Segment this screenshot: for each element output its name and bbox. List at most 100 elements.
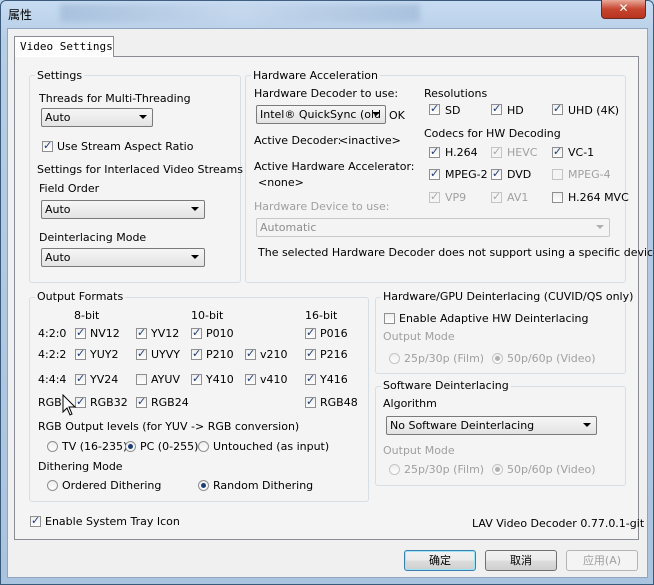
fmt-y410-checkbox[interactable] xyxy=(191,372,202,385)
hw-decoder-label: Hardware Decoder to use: xyxy=(254,87,399,100)
stream-ar-checkbox[interactable] xyxy=(42,139,53,152)
row-422: 4:2:2 xyxy=(38,348,67,361)
fmt-y416-checkbox[interactable] xyxy=(305,372,316,385)
codec-vp9-label: VP9 xyxy=(445,191,467,204)
res-uhd-checkbox[interactable] xyxy=(552,102,563,115)
hw-device-select[interactable]: Automatic xyxy=(256,218,610,237)
codec-hevc-label: HEVC xyxy=(507,146,538,159)
codec-h264mvc-label: H.264 MVC xyxy=(568,191,629,204)
interlaced-label: Settings for Interlaced Video Streams xyxy=(37,163,243,176)
res-sd-checkbox[interactable] xyxy=(429,102,440,115)
fmt-yuy2-label: YUY2 xyxy=(90,348,119,361)
close-button[interactable]: ✕ xyxy=(601,0,646,19)
hw-deint-enable-checkbox[interactable] xyxy=(384,313,395,324)
fmt-ayuv-checkbox[interactable] xyxy=(136,374,147,385)
fmt-yuy2-checkbox[interactable] xyxy=(75,347,86,360)
rgb-untouched-radio[interactable] xyxy=(198,441,209,452)
codec-hevc-checkbox[interactable] xyxy=(491,145,502,158)
chevron-down-icon xyxy=(583,423,591,427)
dither-ordered-label: Ordered Dithering xyxy=(62,479,162,492)
dither-ordered-radio[interactable] xyxy=(47,480,58,491)
field-order-value: Auto xyxy=(45,203,71,216)
codec-dvd-label: DVD xyxy=(507,168,532,181)
dither-random-radio[interactable] xyxy=(198,480,209,491)
sw-deint-film-radio[interactable] xyxy=(389,464,400,475)
fmt-p010-checkbox[interactable] xyxy=(191,326,202,339)
fmt-v210-label: v210 xyxy=(260,348,288,361)
codecs-label: Codecs for HW Decoding xyxy=(424,127,561,140)
codec-vc1-checkbox[interactable] xyxy=(552,145,563,158)
sw-deint-algorithm-label: Algorithm xyxy=(383,397,437,410)
codec-h264-checkbox[interactable] xyxy=(429,145,440,158)
rgb-tv-radio[interactable] xyxy=(47,441,58,452)
fmt-rgb48-label: RGB48 xyxy=(320,396,358,409)
fmt-y410-label: Y410 xyxy=(206,373,234,386)
active-accel-label: Active Hardware Accelerator: xyxy=(254,160,415,173)
apply-button[interactable]: 应用(A) xyxy=(566,550,638,571)
rgb-tv-label: TV (16-235) xyxy=(62,440,128,453)
output-formats-title: Output Formats xyxy=(35,290,126,303)
field-order-label: Field Order xyxy=(39,182,100,195)
deint-mode-select[interactable]: Auto xyxy=(41,248,205,267)
tray-icon-checkbox[interactable] xyxy=(30,514,41,527)
window-title: 属性 xyxy=(8,8,33,22)
chevron-down-icon xyxy=(372,112,380,116)
fmt-v410-checkbox[interactable] xyxy=(245,372,256,385)
sw-deint-video-radio[interactable] xyxy=(492,464,503,475)
fmt-rgb48-checkbox[interactable] xyxy=(305,395,316,408)
tray-icon-label: Enable System Tray Icon xyxy=(45,515,180,528)
codec-dvd-checkbox[interactable] xyxy=(491,167,502,180)
threads-label: Threads for Multi-Threading xyxy=(39,92,191,105)
resolutions-label: Resolutions xyxy=(424,87,488,100)
threads-select[interactable]: Auto xyxy=(41,108,153,127)
rgb-pc-radio[interactable] xyxy=(125,441,136,452)
fmt-rgb24-checkbox[interactable] xyxy=(136,395,147,408)
fmt-p210-checkbox[interactable] xyxy=(191,347,202,360)
codec-h264-label: H.264 xyxy=(445,146,478,159)
codec-vp9-checkbox[interactable] xyxy=(429,190,440,203)
hw-decoder-select[interactable]: Intel® QuickSync (old xyxy=(256,105,386,124)
fmt-v210-checkbox[interactable] xyxy=(245,347,256,360)
codec-h264mvc-checkbox[interactable] xyxy=(552,192,563,203)
codec-av1-label: AV1 xyxy=(507,191,529,204)
blurred-title-area xyxy=(60,4,420,22)
fmt-p216-checkbox[interactable] xyxy=(305,347,316,360)
fmt-yv24-label: YV24 xyxy=(90,373,119,386)
rgb-untouched-label: Untouched (as input) xyxy=(213,440,330,453)
settings-group-title: Settings xyxy=(35,69,85,82)
fmt-yv24-checkbox[interactable] xyxy=(75,372,86,385)
ok-button[interactable]: 确定 xyxy=(404,550,476,571)
version-label: LAV Video Decoder 0.77.0.1-git xyxy=(472,517,645,530)
hw-decoder-status: OK xyxy=(389,109,405,122)
chevron-down-icon xyxy=(191,207,199,211)
cancel-button[interactable]: 取消 xyxy=(485,550,557,571)
sw-deint-title: Software Deinterlacing xyxy=(381,379,511,392)
codec-av1-checkbox[interactable] xyxy=(491,190,502,203)
res-hd-label: HD xyxy=(507,104,524,117)
sw-deint-algorithm-select[interactable]: No Software Deinterlacing xyxy=(386,416,597,435)
hw-deint-film-label: 25p/30p (Film) xyxy=(404,352,485,365)
fmt-nv12-checkbox[interactable] xyxy=(75,326,86,339)
res-hd-checkbox[interactable] xyxy=(491,102,502,115)
col-16bit: 16-bit xyxy=(305,309,338,322)
fmt-uyvy-label: UYVY xyxy=(151,348,181,361)
row-444: 4:4:4 xyxy=(38,373,67,386)
hw-deint-enable-label: Enable Adaptive HW Deinterlacing xyxy=(399,312,589,325)
hwaccel-group-title: Hardware Acceleration xyxy=(251,69,380,82)
fmt-p016-checkbox[interactable] xyxy=(305,326,316,339)
hw-device-value: Automatic xyxy=(260,221,317,234)
field-order-select[interactable]: Auto xyxy=(41,200,205,219)
codec-mpeg2-checkbox[interactable] xyxy=(429,167,440,180)
dither-random-label: Random Dithering xyxy=(213,479,314,492)
hw-deint-film-radio[interactable] xyxy=(389,353,400,364)
row-420: 4:2:0 xyxy=(38,327,67,340)
hw-deint-video-label: 50p/60p (Video) xyxy=(507,352,596,365)
fmt-yv12-checkbox[interactable] xyxy=(136,326,147,339)
res-uhd-label: UHD (4K) xyxy=(568,104,620,117)
sw-deint-film-label: 25p/30p (Film) xyxy=(404,463,485,476)
col-8bit: 8-bit xyxy=(74,309,100,322)
fmt-uyvy-checkbox[interactable] xyxy=(136,347,147,360)
codec-mpeg4-checkbox[interactable] xyxy=(552,169,563,180)
res-sd-label: SD xyxy=(445,104,461,117)
hw-deint-video-radio[interactable] xyxy=(492,353,503,364)
